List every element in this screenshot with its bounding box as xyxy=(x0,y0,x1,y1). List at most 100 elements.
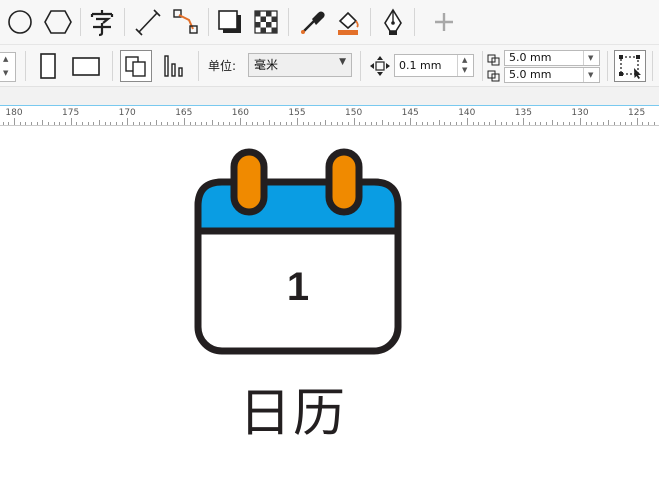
ruler-tick xyxy=(127,118,129,125)
duplicate-y-icon xyxy=(487,68,501,82)
ruler-tick xyxy=(517,122,519,125)
treat-as-filled-button[interactable] xyxy=(614,50,646,82)
toolbar-divider xyxy=(652,51,653,81)
portrait-button[interactable] xyxy=(32,50,64,82)
ruler-tick xyxy=(347,122,349,125)
ruler-tick xyxy=(364,122,366,125)
ruler-tick xyxy=(478,122,480,125)
duplicate-x-spinner[interactable]: 5.0 mm ▼ xyxy=(504,50,600,66)
all-pages-icon xyxy=(125,56,146,77)
ruler-tick xyxy=(121,122,123,125)
ellipse-icon xyxy=(8,10,32,34)
ruler-tick xyxy=(359,122,361,125)
ellipse-tool-button[interactable] xyxy=(4,6,36,38)
hexagon-icon xyxy=(44,10,72,34)
transparency-tool-button[interactable] xyxy=(250,6,282,38)
pen-tool-button[interactable] xyxy=(377,6,409,38)
ruler-tick xyxy=(98,120,100,125)
connector-tool-button[interactable] xyxy=(170,6,202,38)
duplicate-y-spinner[interactable]: 5.0 mm ▼ xyxy=(504,67,600,83)
drawing-canvas[interactable]: 1 日历 xyxy=(0,127,659,496)
text-zi-icon xyxy=(90,10,114,37)
ruler-tick xyxy=(251,122,253,125)
horizontal-ruler[interactable]: 180 175 170 165 160 155 150 145 140 135 130 125 xyxy=(0,106,659,126)
ruler-tick xyxy=(240,118,242,125)
landscape-page-icon xyxy=(72,57,100,76)
ruler-tick xyxy=(212,120,214,125)
partial-spinner[interactable]: ▲ ▼ xyxy=(0,52,16,82)
add-tool-button[interactable] xyxy=(428,6,460,38)
toolbar-divider xyxy=(288,8,289,36)
ruler-tick xyxy=(217,122,219,125)
ruler-tick xyxy=(297,118,298,125)
ruler-tick xyxy=(608,120,610,125)
connector-icon xyxy=(173,9,198,34)
landscape-button[interactable] xyxy=(70,50,102,82)
ruler-tick xyxy=(495,120,497,125)
ruler-tick xyxy=(415,122,417,125)
ruler-tick xyxy=(138,122,140,125)
nudge-spinner-arrows[interactable]: ▲ ▼ xyxy=(457,55,473,76)
ruler-tick-label: 170 xyxy=(118,108,136,118)
nudge-distance-spinner[interactable]: 0.1 mm ▲ ▼ xyxy=(394,54,474,77)
ruler-tick-label: 140 xyxy=(458,108,476,118)
toolbar-divider xyxy=(482,51,483,81)
ruler-tick xyxy=(246,122,248,125)
calendar-ring-right xyxy=(325,148,363,216)
ruler-tick xyxy=(449,122,451,125)
text-tool-button[interactable] xyxy=(86,6,118,38)
drop-shadow-tool-button[interactable] xyxy=(214,6,246,38)
ruler-tick xyxy=(314,122,315,125)
ruler-tick xyxy=(432,122,434,125)
nudge-distance-value: 0.1 mm xyxy=(399,59,442,72)
ruler-tick xyxy=(506,122,508,125)
ruler-tick xyxy=(200,122,202,125)
drop-shadow-icon xyxy=(218,10,241,33)
spinner-arrows[interactable]: ▲ ▼ xyxy=(0,53,15,81)
polygon-tool-button[interactable] xyxy=(42,6,74,38)
dimension-line-icon xyxy=(135,9,161,36)
ruler-tick xyxy=(257,122,259,125)
toolbar-divider xyxy=(124,8,125,36)
calendar-header xyxy=(194,178,402,235)
ruler-tick xyxy=(614,122,615,125)
pen-nib-icon xyxy=(384,8,402,35)
ruler-tick xyxy=(25,122,27,125)
ruler-tick xyxy=(421,122,423,125)
ruler-tick xyxy=(466,118,468,125)
ruler-tick xyxy=(427,122,429,125)
current-page-button[interactable] xyxy=(158,50,190,82)
plus-icon xyxy=(435,13,453,31)
ruler-tick-label: 160 xyxy=(231,108,249,118)
ruler-tick xyxy=(557,122,559,125)
ruler-tick xyxy=(53,122,55,125)
ruler-tick xyxy=(387,122,389,125)
ruler-tick xyxy=(206,122,208,125)
units-dropdown-value: 毫米 xyxy=(254,58,279,72)
ruler-tick xyxy=(563,122,564,125)
ruler-tick xyxy=(189,122,191,125)
duplicate-x-arrows[interactable]: ▼ xyxy=(583,51,599,65)
ruler-tick xyxy=(489,122,491,125)
all-pages-button[interactable] xyxy=(120,50,152,82)
ruler-tick xyxy=(115,122,117,125)
property-bar: ▲ ▼ 单位: 毫米 ▼ 0.1 mm ▲ ▼ 5.0 mm ▼ 5.0 mm … xyxy=(0,44,659,86)
checkerboard-icon xyxy=(254,10,278,34)
ruler-tick xyxy=(370,122,372,125)
toolbar-divider xyxy=(208,8,209,36)
duplicate-y-arrows[interactable]: ▼ xyxy=(583,68,599,82)
ruler-tick xyxy=(625,122,627,125)
ruler-tick xyxy=(472,122,474,125)
paint-bucket-icon xyxy=(338,11,359,35)
units-dropdown[interactable]: 毫米 ▼ xyxy=(248,53,352,77)
interactive-fill-tool-button[interactable] xyxy=(332,6,364,38)
eyedropper-tool-button[interactable] xyxy=(296,6,328,38)
dimension-tool-button[interactable] xyxy=(132,6,164,38)
ruler-tick-label: 135 xyxy=(514,108,532,118)
ruler-tick xyxy=(444,122,446,125)
ruler-tick xyxy=(591,122,593,125)
ruler-tick xyxy=(619,122,621,125)
ruler-tick xyxy=(48,122,49,125)
ruler-tick xyxy=(630,122,632,125)
ruler-tick xyxy=(161,122,163,125)
